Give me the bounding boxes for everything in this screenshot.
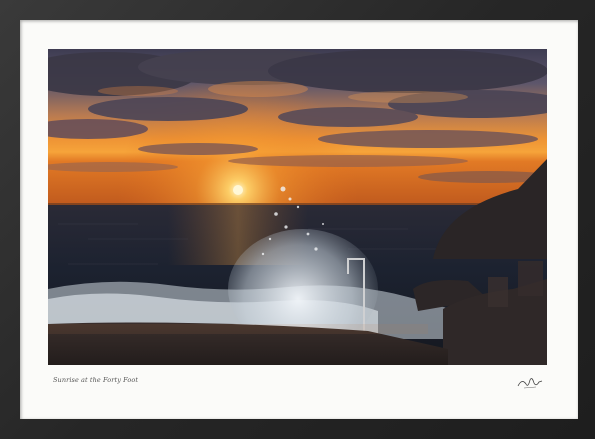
horizon [48,203,547,205]
signature-mark [517,378,543,389]
photo-caption: Sunrise at the Forty Foot [53,376,139,384]
sun [233,185,243,195]
sunrise-photo [48,49,547,365]
framed-photograph [48,49,547,365]
picture-frame: Sunrise at the Forty Foot [0,0,595,439]
